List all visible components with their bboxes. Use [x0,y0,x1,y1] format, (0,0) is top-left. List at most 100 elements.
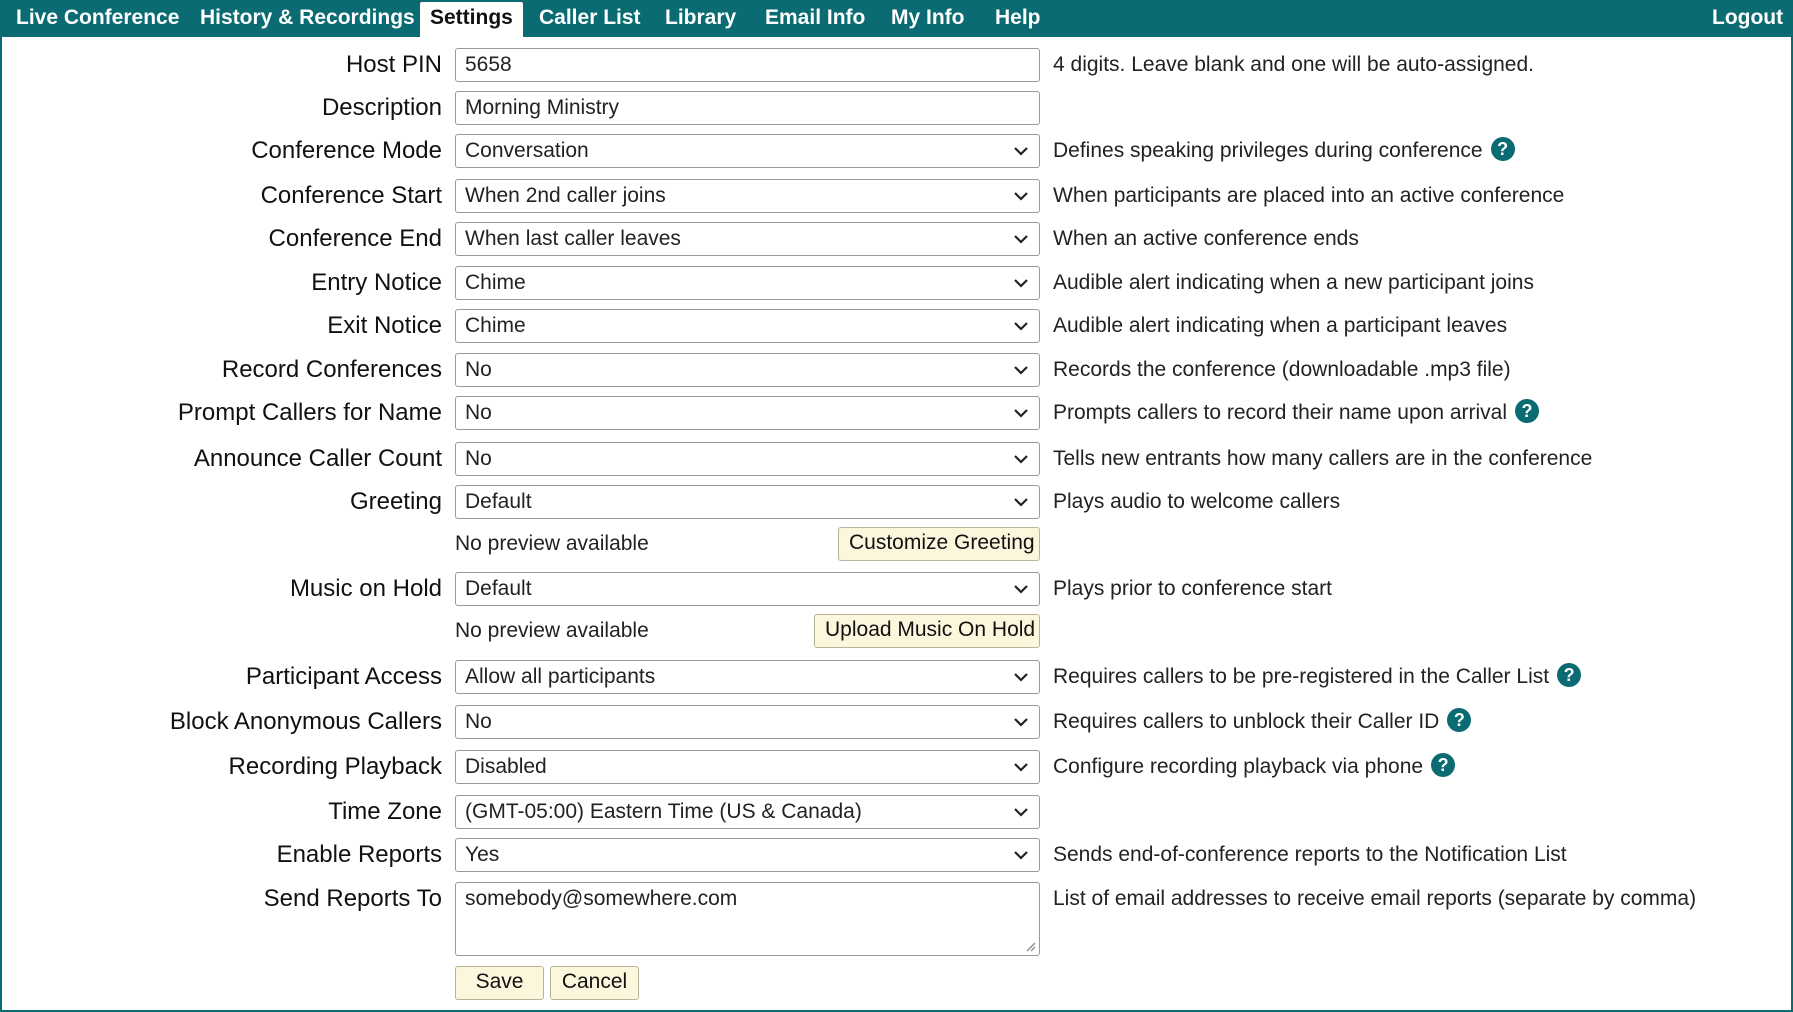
conference-start-help-text: When participants are placed into an act… [1053,184,1565,207]
chevron-down-icon [1014,235,1028,244]
send-reports-to-help: List of email addresses to receive email… [1053,882,1696,916]
greeting-value: Default [465,490,532,513]
block-anonymous-help-text: Requires callers to unblock their Caller… [1053,710,1440,733]
conference-start-select[interactable]: When 2nd caller joins [455,179,1040,213]
conference-mode-label: Conference Mode [251,137,442,164]
chevron-down-icon [1014,763,1028,772]
entry-notice-value: Chime [465,271,526,294]
chevron-down-icon [1014,322,1028,331]
exit-notice-select[interactable]: Chime [455,309,1040,343]
conference-mode-select[interactable]: Conversation [455,134,1040,168]
exit-notice-help: Audible alert indicating when a particip… [1053,309,1507,343]
enable-reports-value: Yes [465,843,500,866]
send-reports-to-value: somebody@somewhere.com [465,887,738,910]
question-circle-icon[interactable]: ? [1515,399,1540,424]
exit-notice-value: Chime [465,314,526,337]
conference-start-value: When 2nd caller joins [465,184,666,207]
conference-start-label: Conference Start [260,182,442,209]
recording-playback-value: Disabled [465,755,547,778]
prompt-callers-select[interactable]: No [455,396,1040,430]
greeting-label: Greeting [349,488,442,515]
block-anonymous-label: Block Anonymous Callers [169,708,442,735]
music-on-hold-help-text: Plays prior to conference start [1053,577,1332,600]
tab-help[interactable]: Help [995,0,1041,37]
prompt-callers-help: Prompts callers to record their name upo… [1053,396,1540,430]
entry-notice-select[interactable]: Chime [455,266,1040,300]
enable-reports-label: Enable Reports [276,841,442,868]
record-conferences-select[interactable]: No [455,353,1040,387]
announce-caller-count-value: No [465,447,492,470]
question-circle-icon[interactable]: ? [1490,137,1515,162]
conference-mode-value: Conversation [465,139,589,162]
customize-greeting-button[interactable]: Customize Greeting [838,527,1040,561]
upload-music-on-hold-button[interactable]: Upload Music On Hold [814,614,1040,648]
conference-end-select[interactable]: When last caller leaves [455,222,1040,256]
block-anonymous-help: Requires callers to unblock their Caller… [1053,705,1472,739]
participant-access-select[interactable]: Allow all participants [455,660,1040,694]
announce-caller-count-select[interactable]: No [455,442,1040,476]
chevron-down-icon [1014,585,1028,594]
tab-caller-list[interactable]: Caller List [539,0,641,37]
recording-playback-help: Configure recording playback via phone? [1053,750,1456,784]
host-pin-help: 4 digits. Leave blank and one will be au… [1053,48,1534,82]
exit-notice-help-text: Audible alert indicating when a particip… [1053,314,1508,337]
chevron-down-icon [1014,192,1028,201]
time-zone-label: Time Zone [328,798,442,825]
record-conferences-value: No [465,358,492,381]
participant-access-label: Participant Access [245,663,442,690]
host-pin-value: 5658 [465,53,512,76]
chevron-down-icon [1014,455,1028,464]
question-circle-icon[interactable]: ? [1557,663,1582,688]
chevron-down-icon [1014,808,1028,817]
prompt-callers-help-text: Prompts callers to record their name upo… [1053,401,1508,424]
question-circle-icon[interactable]: ? [1447,708,1472,733]
time-zone-select[interactable]: (GMT-05:00) Eastern Time (US & Canada) [455,795,1040,829]
save-button[interactable]: Save [455,966,544,1000]
send-reports-to-textarea[interactable]: somebody@somewhere.com [455,882,1040,956]
participant-access-value: Allow all participants [465,665,656,688]
tab-history-recordings[interactable]: History & Recordings [200,0,415,37]
description-input[interactable]: Morning Ministry [455,91,1040,125]
greeting-select[interactable]: Default [455,485,1040,519]
enable-reports-select[interactable]: Yes [455,838,1040,872]
entry-notice-help-text: Audible alert indicating when a new part… [1053,271,1534,294]
chevron-down-icon [1014,718,1028,727]
chevron-down-icon [1014,147,1028,156]
announce-caller-count-help: Tells new entrants how many callers are … [1053,442,1592,476]
chevron-down-icon [1014,498,1028,507]
announce-caller-count-label: Announce Caller Count [193,445,442,472]
participant-access-help-text: Requires callers to be pre-registered in… [1053,665,1550,688]
tab-my-info[interactable]: My Info [891,0,965,37]
cancel-button[interactable]: Cancel [550,966,639,1000]
music-on-hold-select[interactable]: Default [455,572,1040,606]
tab-email-info[interactable]: Email Info [765,0,865,37]
tab-settings[interactable]: Settings [420,2,523,37]
enable-reports-help-text: Sends end-of-conference reports to the N… [1053,843,1567,866]
entry-notice-help: Audible alert indicating when a new part… [1053,266,1534,300]
conference-end-value: When last caller leaves [465,227,681,250]
entry-notice-label: Entry Notice [311,269,442,296]
prompt-callers-value: No [465,401,492,424]
record-conferences-label: Record Conferences [221,356,442,383]
tab-live-conference[interactable]: Live Conference [16,0,179,37]
block-anonymous-select[interactable]: No [455,705,1040,739]
tab-library[interactable]: Library [665,0,736,37]
host-pin-input[interactable]: 5658 [455,48,1040,82]
resize-grip-icon[interactable] [1024,940,1036,952]
description-value: Morning Ministry [465,96,620,119]
host-pin-help-text: 4 digits. Leave blank and one will be au… [1053,53,1534,76]
logout-link[interactable]: Logout [1712,0,1783,37]
music-on-hold-value: Default [465,577,532,600]
chevron-down-icon [1014,673,1028,682]
conference-end-help: When an active conference ends [1053,222,1359,256]
recording-playback-label: Recording Playback [228,753,442,780]
chevron-down-icon [1014,409,1028,418]
question-circle-icon[interactable]: ? [1431,753,1456,778]
send-reports-to-label: Send Reports To [263,885,442,912]
recording-playback-select[interactable]: Disabled [455,750,1040,784]
prompt-callers-label: Prompt Callers for Name [177,399,442,426]
conference-mode-help: Defines speaking privileges during confe… [1053,134,1515,168]
greeting-help-text: Plays audio to welcome callers [1053,490,1341,513]
exit-notice-label: Exit Notice [327,312,442,339]
chevron-down-icon [1014,366,1028,375]
